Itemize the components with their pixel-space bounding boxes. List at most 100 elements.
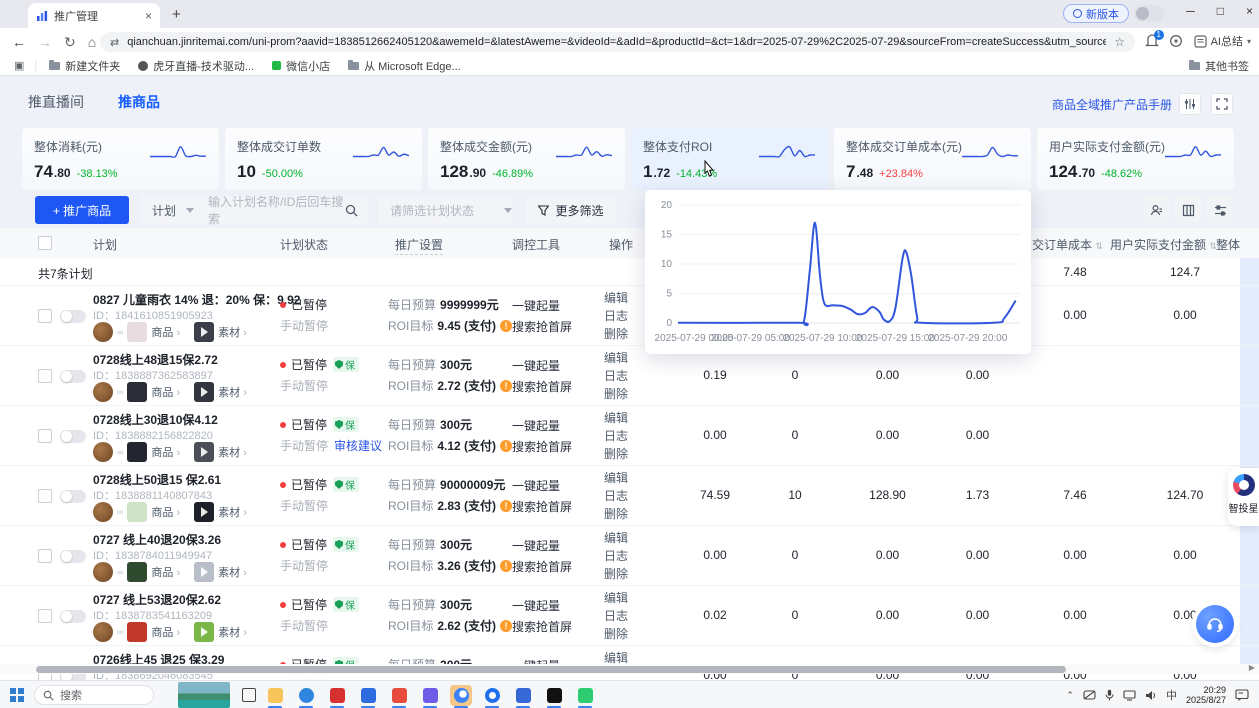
material-thumbnail[interactable] <box>194 502 214 522</box>
tab-close-icon[interactable]: × <box>145 9 152 23</box>
product-link[interactable]: 商品 › <box>151 504 180 520</box>
col-plan[interactable]: 计划 <box>93 236 117 253</box>
tool-link[interactable]: 搜索抢首屏 <box>512 617 572 638</box>
tab-promote-liveroom[interactable]: 推直播间 <box>28 92 84 112</box>
site-info-icon[interactable]: ⇄ <box>110 36 119 49</box>
metric-card[interactable]: 整体成交金额(元)128.90-46.89% <box>428 128 625 190</box>
taskbar-app-blue-ring[interactable] <box>481 685 503 706</box>
bookmark-item[interactable]: 虎牙直播-技术驱动... <box>138 58 254 74</box>
product-thumbnail[interactable] <box>127 622 147 642</box>
bookmark-item[interactable]: 微信小店 <box>272 58 330 74</box>
row-toggle[interactable] <box>60 430 86 443</box>
product-link[interactable]: 商品 › <box>151 564 180 580</box>
warning-icon[interactable]: ! <box>500 500 512 512</box>
warning-icon[interactable]: ! <box>500 320 512 332</box>
horizontal-scrollbar[interactable]: ▶ <box>0 664 1259 674</box>
op-link[interactable]: 删除 <box>604 505 628 523</box>
assistant-widget[interactable]: 智投星 <box>1228 468 1259 526</box>
row-toggle[interactable] <box>60 490 86 503</box>
taskbar-app-explorer[interactable] <box>264 685 286 706</box>
metric-card[interactable]: 整体成交订单数10-50.00% <box>225 128 422 190</box>
bookmark-item[interactable]: 新建文件夹 <box>49 58 120 74</box>
metric-card[interactable]: 整体消耗(元)74.80-38.13% <box>22 128 219 190</box>
window-close-button[interactable]: × <box>1246 4 1253 18</box>
url-field[interactable]: ⇄ qianchuan.jinritemai.com/uni-prom?aavi… <box>100 32 1135 52</box>
taskbar-app-green-app[interactable] <box>574 685 596 706</box>
settings-sliders-icon[interactable] <box>1179 93 1201 115</box>
extensions-icon[interactable] <box>1169 34 1183 48</box>
material-thumbnail[interactable] <box>194 322 214 342</box>
promote-product-button[interactable]: + 推广商品 <box>35 196 129 224</box>
op-link[interactable]: 日志 <box>604 427 628 445</box>
col-ops[interactable]: 操作 <box>609 236 633 253</box>
warning-icon[interactable]: ! <box>500 380 512 392</box>
tool-link[interactable]: 一键起量 <box>512 596 572 617</box>
material-thumbnail[interactable] <box>194 382 214 402</box>
notifications-icon[interactable] <box>1235 689 1249 701</box>
weather-widget[interactable] <box>178 682 230 708</box>
op-link[interactable]: 日志 <box>604 367 628 385</box>
row-checkbox[interactable] <box>38 609 52 623</box>
row-toggle[interactable] <box>60 310 86 323</box>
col-settings[interactable]: 推广设置 <box>395 236 443 255</box>
tool-link[interactable]: 搜索抢首屏 <box>512 317 572 338</box>
plan-status-select[interactable]: 请筛选计划状态 <box>378 196 512 224</box>
ai-summary-button[interactable]: AI总结 ▾ <box>1194 33 1251 49</box>
help-button[interactable] <box>1196 605 1234 643</box>
more-filter-button[interactable]: 更多筛选 <box>526 196 616 224</box>
new-version-button[interactable]: 新版本 <box>1063 4 1129 23</box>
search-input[interactable]: 输入计划名称/ID后回车搜索 <box>208 193 345 227</box>
op-link[interactable]: 编辑 <box>604 469 628 487</box>
column-settings-icon[interactable] <box>1175 197 1201 223</box>
op-link[interactable]: 编辑 <box>604 529 628 547</box>
start-button[interactable] <box>10 688 24 702</box>
tool-link[interactable]: 一键起量 <box>512 476 572 497</box>
plan-type-select[interactable]: 计划 <box>140 202 178 219</box>
metric-card[interactable]: 用户实际支付金额(元)124.70-48.62% <box>1037 128 1234 190</box>
op-link[interactable]: 日志 <box>604 487 628 505</box>
product-thumbnail[interactable] <box>127 382 147 402</box>
op-link[interactable]: 编辑 <box>604 589 628 607</box>
material-link[interactable]: 素材 › <box>218 384 247 400</box>
notification-extension-icon[interactable]: 1 <box>1145 34 1159 48</box>
material-thumbnail[interactable] <box>194 562 214 582</box>
row-checkbox[interactable] <box>38 369 52 383</box>
row-checkbox[interactable] <box>38 489 52 503</box>
home-button[interactable]: ⌂ <box>88 34 96 50</box>
metric-card[interactable]: 整体支付ROI1.72-14.43% <box>631 128 828 190</box>
speaker-icon[interactable] <box>1145 690 1157 701</box>
tool-link[interactable]: 一键起量 <box>512 356 572 377</box>
tool-link[interactable]: 一键起量 <box>512 296 572 317</box>
microphone-icon[interactable] <box>1105 689 1114 701</box>
tool-link[interactable]: 搜索抢首屏 <box>512 497 572 518</box>
tool-link[interactable]: 一键起量 <box>512 416 572 437</box>
product-link[interactable]: 商品 › <box>151 444 180 460</box>
tool-link[interactable]: 搜索抢首屏 <box>512 437 572 458</box>
taskbar-app-blue-app[interactable] <box>512 685 534 706</box>
op-link[interactable]: 删除 <box>604 625 628 643</box>
col-order-cost[interactable]: 交订单成本 ⇅ <box>1032 236 1103 253</box>
col-status[interactable]: 计划状态 <box>280 236 328 253</box>
material-link[interactable]: 素材 › <box>218 324 247 340</box>
warning-icon[interactable]: ! <box>500 560 512 572</box>
fullscreen-icon[interactable] <box>1211 93 1233 115</box>
product-thumbnail[interactable] <box>127 322 147 342</box>
product-link[interactable]: 商品 › <box>151 624 180 640</box>
back-button[interactable]: ← <box>12 34 26 50</box>
row-toggle[interactable] <box>60 550 86 563</box>
row-checkbox[interactable] <box>38 549 52 563</box>
op-link[interactable]: 日志 <box>604 307 628 325</box>
warning-icon[interactable]: ! <box>500 620 512 632</box>
row-toggle[interactable] <box>60 610 86 623</box>
tab-promote-product[interactable]: 推商品 <box>118 92 160 112</box>
row-checkbox[interactable] <box>38 429 52 443</box>
material-link[interactable]: 素材 › <box>218 444 247 460</box>
touchpad-icon[interactable] <box>1083 690 1096 700</box>
taskbar-app-douyin[interactable] <box>543 685 565 706</box>
taskbar-app-wps[interactable] <box>388 685 410 706</box>
row-checkbox[interactable] <box>38 309 52 323</box>
row-toggle[interactable] <box>60 370 86 383</box>
task-view-button[interactable] <box>242 688 256 702</box>
taskbar-app-store-red[interactable] <box>326 685 348 706</box>
search-icon[interactable] <box>345 204 358 217</box>
